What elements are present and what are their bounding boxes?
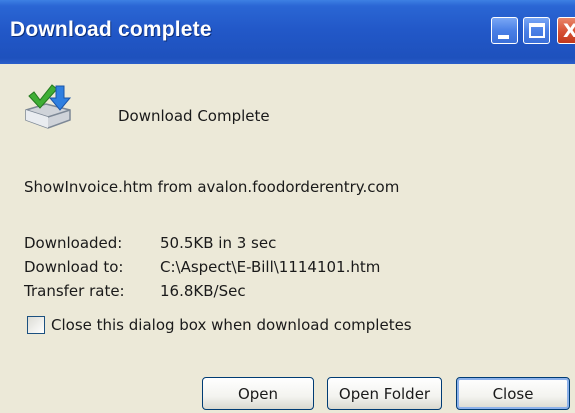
download-source: ShowInvoice.htm from avalon.foodorderent…: [24, 178, 400, 196]
minimize-button[interactable]: [491, 17, 518, 44]
maximize-icon: [529, 23, 545, 38]
open-folder-button[interactable]: Open Folder: [327, 377, 442, 410]
download-complete-heading: Download Complete: [118, 107, 270, 125]
close-when-complete-checkbox[interactable]: [27, 316, 45, 334]
download-to-label: Download to:: [24, 258, 124, 276]
transfer-rate-label: Transfer rate:: [24, 282, 125, 300]
download-complete-icon: [25, 84, 72, 129]
minimize-icon: [498, 35, 509, 39]
transfer-rate-value: 16.8KB/Sec: [160, 282, 246, 300]
window-title: Download complete: [10, 18, 212, 41]
close-icon: X: [563, 20, 575, 42]
close-when-complete-label[interactable]: Close this dialog box when download comp…: [51, 316, 412, 334]
downloaded-value: 50.5KB in 3 sec: [160, 234, 277, 252]
download-to-value: C:\Aspect\E-Bill\1114101.htm: [160, 258, 381, 276]
title-bar[interactable]: Download complete X: [0, 0, 575, 64]
close-button[interactable]: Close: [456, 377, 570, 410]
open-button[interactable]: Open: [202, 377, 314, 410]
downloaded-label: Downloaded:: [24, 234, 123, 252]
maximize-button[interactable]: [523, 17, 550, 44]
close-window-button[interactable]: X: [557, 17, 575, 44]
